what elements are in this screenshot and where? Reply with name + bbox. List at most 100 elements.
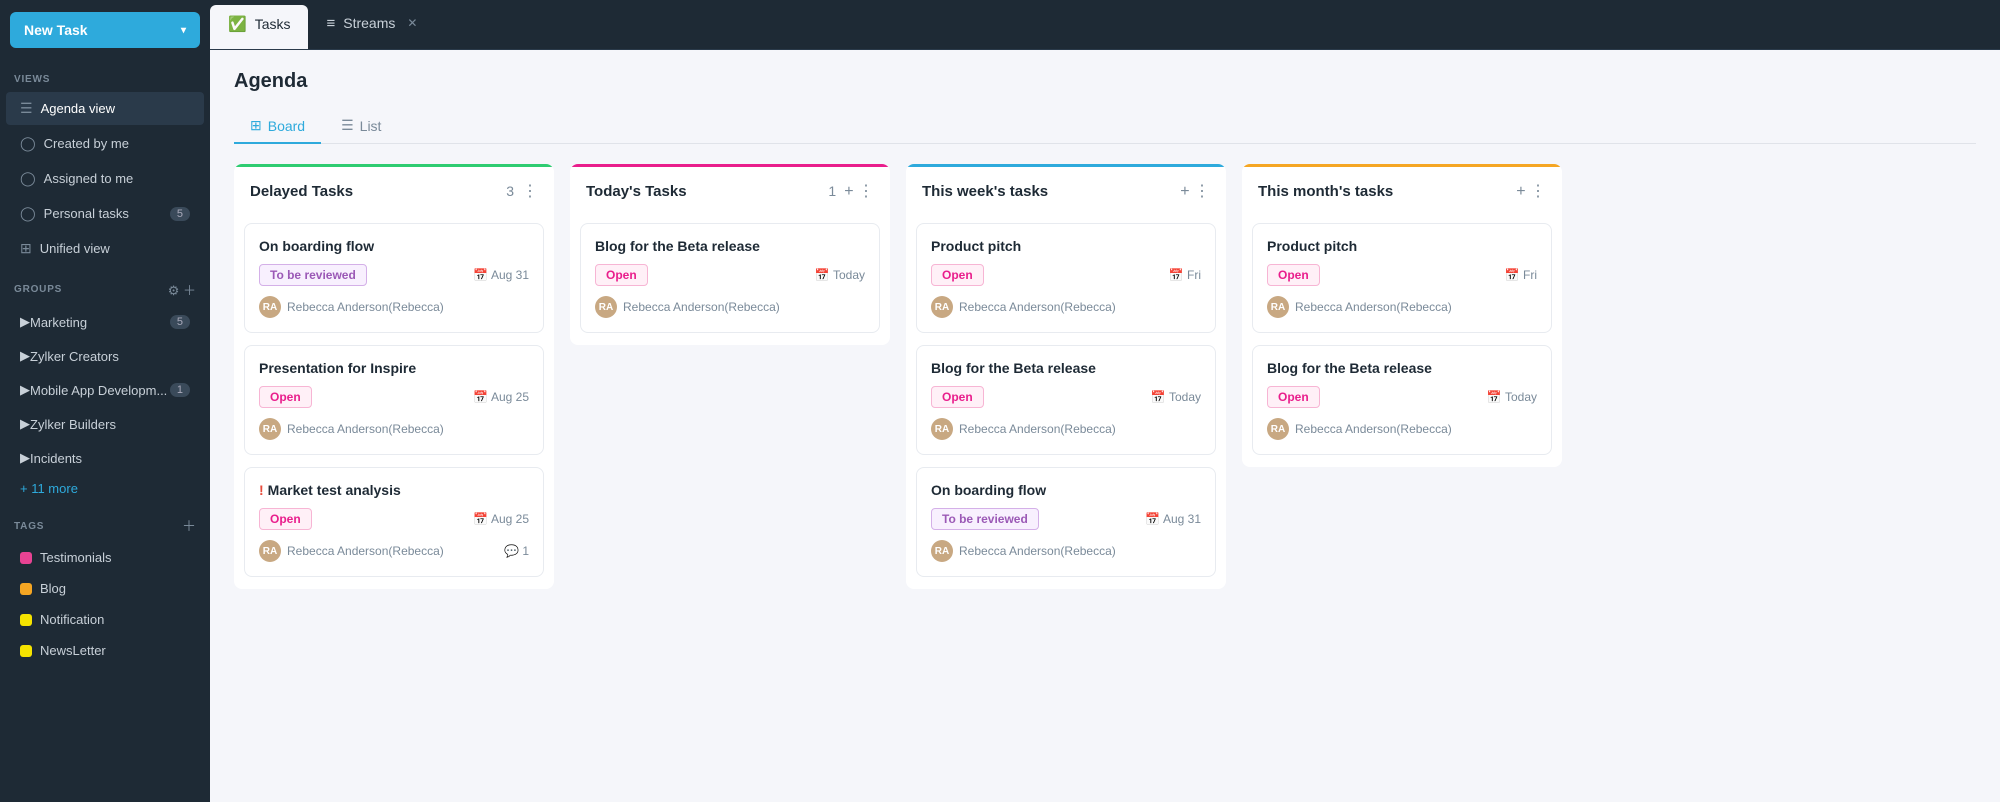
- status-badge: Open: [259, 386, 312, 408]
- task-meta: Open 📅 Today: [595, 264, 865, 286]
- assignee-name: Rebecca Anderson(Rebecca): [1295, 300, 1452, 314]
- new-task-label: New Task: [24, 22, 88, 38]
- avatar: RA: [259, 540, 281, 562]
- views-section-label: VIEWS: [0, 60, 210, 91]
- list-view-button[interactable]: ☰ List: [325, 109, 397, 144]
- more-groups-link[interactable]: + 11 more: [0, 475, 210, 502]
- tag-blog[interactable]: Blog: [6, 574, 204, 603]
- due-date: 📅 Fri: [1169, 268, 1201, 282]
- column-this-month: This month's tasks + ⋮ Product pitch Ope…: [1242, 164, 1562, 467]
- task-card[interactable]: Blog for the Beta release Open 📅 Today R…: [1252, 345, 1552, 455]
- status-badge: To be reviewed: [931, 508, 1039, 530]
- column-header-this-month: This month's tasks + ⋮: [1242, 164, 1562, 213]
- assignee-name: Rebecca Anderson(Rebecca): [287, 544, 444, 558]
- sidebar-group-zylker-creators[interactable]: ▶ Zylker Creators: [6, 340, 204, 372]
- groups-label: GROUPS: [14, 284, 62, 295]
- personal-tasks-badge: 5: [170, 207, 190, 221]
- column-count-today: 1: [828, 183, 836, 199]
- group-label: Incidents: [30, 451, 82, 466]
- task-meta: Open 📅 Today: [931, 386, 1201, 408]
- assignee: RA Rebecca Anderson(Rebecca): [931, 296, 1116, 318]
- tag-newsletter[interactable]: NewsLetter: [6, 636, 204, 665]
- sidebar-item-agenda-view[interactable]: ☰ Agenda view: [6, 92, 204, 125]
- task-card[interactable]: On boarding flow To be reviewed 📅 Aug 31…: [244, 223, 544, 333]
- column-title-delayed: Delayed Tasks: [250, 183, 506, 200]
- user-icon: ◯: [20, 135, 36, 152]
- column-header-today: Today's Tasks 1 + ⋮: [570, 164, 890, 213]
- tag-color-dot: [20, 614, 32, 626]
- column-header-delayed: Delayed Tasks 3 ⋮: [234, 164, 554, 213]
- group-label: Zylker Builders: [30, 417, 116, 432]
- tab-streams[interactable]: ≡ Streams ✕: [308, 0, 435, 49]
- status-badge: Open: [1267, 264, 1320, 286]
- sidebar-group-mobile-app[interactable]: ▶ Mobile App Developm... 1: [6, 374, 204, 406]
- tasks-tab-icon: ✅: [228, 15, 247, 33]
- tags-header: TAGS ＋: [0, 502, 210, 542]
- sidebar-item-label: Personal tasks: [44, 206, 129, 221]
- task-title: On boarding flow: [931, 482, 1201, 498]
- column-delayed: Delayed Tasks 3 ⋮ On boarding flow To be…: [234, 164, 554, 589]
- group-badge: 5: [170, 315, 190, 329]
- column-header-this-week: This week's tasks + ⋮: [906, 164, 1226, 213]
- new-task-button[interactable]: New Task ▾: [10, 12, 200, 48]
- assignee-name: Rebecca Anderson(Rebecca): [287, 300, 444, 314]
- status-badge: Open: [931, 264, 984, 286]
- avatar: RA: [1267, 418, 1289, 440]
- avatar: RA: [595, 296, 617, 318]
- avatar: RA: [931, 418, 953, 440]
- add-tag-icon[interactable]: ＋: [182, 516, 196, 536]
- task-card[interactable]: Product pitch Open 📅 Fri RA Rebecca Ande…: [916, 223, 1216, 333]
- tag-color-dot: [20, 645, 32, 657]
- sidebar-item-assigned-to-me[interactable]: ◯ Assigned to me: [6, 162, 204, 195]
- assignee: RA Rebecca Anderson(Rebecca): [1267, 418, 1452, 440]
- groups-icons[interactable]: ⚙ ＋: [168, 280, 196, 299]
- group-label: Zylker Creators: [30, 349, 119, 364]
- column-actions-today[interactable]: + ⋮: [844, 181, 874, 201]
- task-footer: RA Rebecca Anderson(Rebecca): [595, 296, 865, 318]
- column-actions-delayed[interactable]: ⋮: [522, 181, 538, 201]
- column-actions-this-month[interactable]: + ⋮: [1516, 181, 1546, 201]
- task-title: Blog for the Beta release: [595, 238, 865, 254]
- assignee-name: Rebecca Anderson(Rebecca): [959, 544, 1116, 558]
- task-footer: RA Rebecca Anderson(Rebecca): [931, 296, 1201, 318]
- tag-testimonials[interactable]: Testimonials: [6, 543, 204, 572]
- sidebar-group-marketing[interactable]: ▶ Marketing 5: [6, 306, 204, 338]
- sidebar-group-incidents[interactable]: ▶ Incidents: [6, 442, 204, 474]
- task-meta: Open 📅 Aug 25: [259, 508, 529, 530]
- view-toggle: ⊞ Board ☰ List: [234, 109, 1976, 144]
- column-body-delayed: On boarding flow To be reviewed 📅 Aug 31…: [234, 213, 554, 577]
- sidebar-item-personal-tasks[interactable]: ◯ Personal tasks 5: [6, 197, 204, 230]
- task-meta: Open 📅 Fri: [931, 264, 1201, 286]
- status-badge: Open: [595, 264, 648, 286]
- task-title: Presentation for Inspire: [259, 360, 529, 376]
- due-date: 📅 Aug 31: [473, 268, 529, 282]
- groups-header: GROUPS ⚙ ＋: [0, 266, 210, 305]
- assignee-name: Rebecca Anderson(Rebecca): [287, 422, 444, 436]
- board: Delayed Tasks 3 ⋮ On boarding flow To be…: [234, 164, 1976, 609]
- task-card[interactable]: Blog for the Beta release Open 📅 Today R…: [916, 345, 1216, 455]
- board-view-button[interactable]: ⊞ Board: [234, 109, 321, 144]
- task-card[interactable]: Product pitch Open 📅 Fri RA Rebecca Ande…: [1252, 223, 1552, 333]
- sidebar: New Task ▾ VIEWS ☰ Agenda view ◯ Created…: [0, 0, 210, 802]
- task-card[interactable]: !Market test analysis Open 📅 Aug 25 RA R…: [244, 467, 544, 577]
- sidebar-item-unified-view[interactable]: ⊞ Unified view: [6, 232, 204, 265]
- tab-tasks[interactable]: ✅ Tasks: [210, 5, 308, 49]
- status-badge: Open: [931, 386, 984, 408]
- avatar: RA: [259, 418, 281, 440]
- task-title: !Market test analysis: [259, 482, 529, 498]
- tag-notification[interactable]: Notification: [6, 605, 204, 634]
- close-tab-icon[interactable]: ✕: [407, 16, 417, 30]
- sidebar-item-created-by-me[interactable]: ◯ Created by me: [6, 127, 204, 160]
- sidebar-group-zylker-builders[interactable]: ▶ Zylker Builders: [6, 408, 204, 440]
- task-card[interactable]: Blog for the Beta release Open 📅 Today R…: [580, 223, 880, 333]
- avatar: RA: [259, 296, 281, 318]
- task-card[interactable]: On boarding flow To be reviewed 📅 Aug 31…: [916, 467, 1216, 577]
- tasks-tab-label: Tasks: [255, 16, 291, 32]
- user-icon: ◯: [20, 170, 36, 187]
- column-title-this-month: This month's tasks: [1258, 183, 1516, 200]
- avatar: RA: [931, 296, 953, 318]
- column-actions-this-week[interactable]: + ⋮: [1180, 181, 1210, 201]
- task-card[interactable]: Presentation for Inspire Open 📅 Aug 25 R…: [244, 345, 544, 455]
- tag-label: NewsLetter: [40, 643, 106, 658]
- task-meta: To be reviewed 📅 Aug 31: [259, 264, 529, 286]
